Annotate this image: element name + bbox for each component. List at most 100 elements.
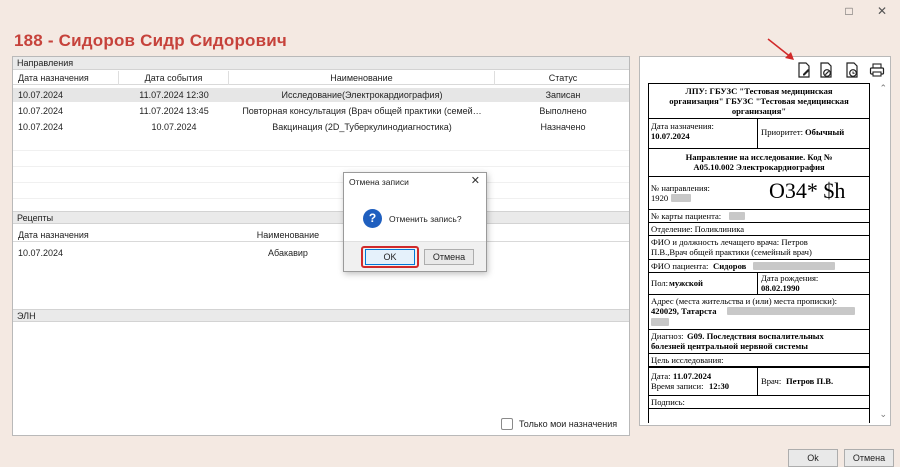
close-window-icon[interactable]: ✕: [875, 4, 889, 18]
doc-org-line1: ЛПУ: ГБУЗС "Тестовая медицинская: [685, 86, 833, 96]
doc-department: Отделение: Поликлиника: [651, 224, 745, 234]
table-row[interactable]: 10.07.2024 11.07.2024 12:30 Исследование…: [13, 88, 629, 102]
doc-doctor-line2: П.В.,Врач общей практики (семейный врач): [651, 247, 812, 257]
doc-assign-value: 10.07.2024: [651, 131, 690, 141]
doc-rule: [649, 272, 869, 273]
maximize-icon[interactable]: □: [842, 4, 856, 18]
doc-rule: [649, 148, 869, 149]
cell-name: Повторная консультация (Врач общей практ…: [242, 106, 482, 116]
redacted-field: [671, 194, 691, 202]
grid-line: [13, 150, 629, 151]
dialog-close-icon[interactable]: ✕: [471, 174, 480, 187]
doc-signature-label: Подпись:: [651, 397, 685, 407]
dialog-cancel-button[interactable]: Отмена: [424, 249, 474, 265]
doc-rule: [757, 272, 758, 294]
doc-purpose-label: Цель исследования:: [651, 355, 724, 365]
doc-time-value: 12:30: [709, 381, 730, 391]
doc-rule: [649, 395, 869, 396]
window-titlebar: □ ✕: [0, 0, 900, 22]
cell-event: 10.07.2024: [151, 122, 197, 132]
doc-rule: [649, 329, 869, 330]
referral-document: ЛПУ: ГБУЗС "Тестовая медицинская организ…: [648, 83, 870, 423]
cancel-booking-dialog: Отмена записи ✕ ? Отменить запись? OK От…: [343, 172, 487, 272]
main-panel: Направления Дата назначения Дата события…: [12, 56, 630, 436]
doc-patient-value: Сидоров: [713, 261, 747, 271]
doc-sex-label: Пол:: [651, 278, 669, 288]
cancel-document-icon[interactable]: [818, 62, 834, 78]
dialog-ok-button[interactable]: OK: [365, 249, 415, 265]
recipes-grid-header: Дата назначения Наименование: [13, 228, 629, 242]
doc-doctor-label: Врач:: [761, 376, 782, 386]
doc-diagnosis-line1: G09. Последствия воспалительных: [687, 331, 824, 341]
col-recipe-date[interactable]: Дата назначения: [13, 228, 173, 242]
doc-time-label: Время записи:: [651, 381, 704, 391]
doc-org-line3: организация": [731, 106, 787, 116]
doc-card-label: № карты пациента:: [651, 211, 722, 221]
col-assign-date[interactable]: Дата назначения: [13, 71, 119, 85]
footer-ok-button[interactable]: Ok: [788, 449, 838, 467]
table-row[interactable]: 10.07.2024 Абакавир: [13, 246, 629, 260]
dialog-footer: OK Отмена: [344, 241, 486, 271]
page-title: 188 - Сидоров Сидр Сидорович: [14, 31, 287, 50]
directions-grid-header: Дата назначения Дата события Наименовани…: [13, 71, 629, 85]
redacted-field: [729, 212, 745, 220]
doc-barcode: O34* $h: [769, 178, 846, 203]
table-row[interactable]: 10.07.2024 10.07.2024 Вакцинация (2D_Туб…: [13, 120, 629, 134]
cell-date: 10.07.2024: [18, 248, 64, 258]
doc-heading-line2: A05.10.002 Электрокардиография: [693, 162, 825, 172]
footer-cancel-button[interactable]: Отмена: [844, 449, 894, 467]
eln-section-header: ЭЛН: [13, 309, 629, 322]
scroll-down-icon[interactable]: ⌄: [879, 409, 887, 420]
col-event-date[interactable]: Дата события: [119, 71, 229, 85]
doc-rule: [649, 259, 869, 260]
col-status[interactable]: Статус: [495, 71, 631, 85]
scroll-up-icon[interactable]: ⌃: [879, 83, 887, 94]
doc-rule: [649, 209, 869, 210]
doc-date-value: 11.07.2024: [673, 371, 712, 381]
doc-patient-label: ФИО пациента:: [651, 261, 709, 271]
directions-section-header: Направления: [13, 57, 629, 70]
doc-rule: [649, 83, 869, 84]
doc-rule: [649, 366, 869, 368]
grid-line: [13, 166, 629, 167]
redacted-field: [753, 262, 835, 270]
doc-rule: [649, 408, 869, 409]
doc-org-line2: организация" ГБУЗС "Тестовая медицинская: [669, 96, 849, 106]
doc-number-label: № направления:: [651, 183, 710, 193]
only-mine-label: Только мои назначения: [519, 419, 618, 429]
doc-date-label: Дата:: [651, 371, 671, 381]
cell-event: 11.07.2024 12:30: [139, 90, 209, 100]
doc-address-value: 420029, Татарста: [651, 306, 717, 316]
refresh-document-icon[interactable]: [844, 62, 860, 78]
table-row[interactable]: 10.07.2024 11.07.2024 13:45 Повторная ко…: [13, 104, 629, 118]
grid-line: [13, 182, 629, 183]
doc-rule: [757, 368, 758, 395]
doc-priority-value: Обычный: [805, 127, 845, 137]
printer-icon[interactable]: [869, 62, 885, 78]
doc-birth-label: Дата рождения:: [761, 273, 819, 283]
dialog-title: Отмена записи: [349, 177, 409, 187]
doc-rule: [649, 235, 869, 236]
cell-date: 10.07.2024: [18, 122, 64, 132]
doc-sex-value: мужской: [669, 278, 704, 288]
dialog-message: Отменить запись?: [389, 214, 462, 224]
cell-event: 11.07.2024 13:45: [139, 106, 209, 116]
annotation-arrow-icon: [767, 38, 794, 60]
cell-name: Исследование(Электрокардиография): [281, 90, 443, 100]
cell-status: Выполнено: [539, 106, 587, 116]
only-mine-checkbox[interactable]: [501, 418, 513, 430]
doc-diagnosis-label: Диагноз:: [651, 331, 684, 341]
grid-line: [13, 198, 629, 199]
doc-assign-label: Дата назначения:: [651, 121, 714, 131]
cell-date: 10.07.2024: [18, 106, 64, 116]
col-name[interactable]: Наименование: [229, 71, 495, 85]
redacted-field: [727, 307, 855, 315]
doc-rule: [649, 176, 869, 177]
cell-name: Вакцинация (2D_Туберкулинодиагностика): [272, 122, 452, 132]
doc-diagnosis-line2: болезней центральной нервной системы: [651, 341, 808, 351]
doc-rule: [757, 118, 758, 148]
redacted-field: [651, 318, 669, 326]
doc-doctor-value: Петров П.В.: [786, 376, 834, 386]
doc-priority-label: Приоритет:: [761, 127, 804, 137]
doc-number-value: 1920: [651, 193, 669, 203]
